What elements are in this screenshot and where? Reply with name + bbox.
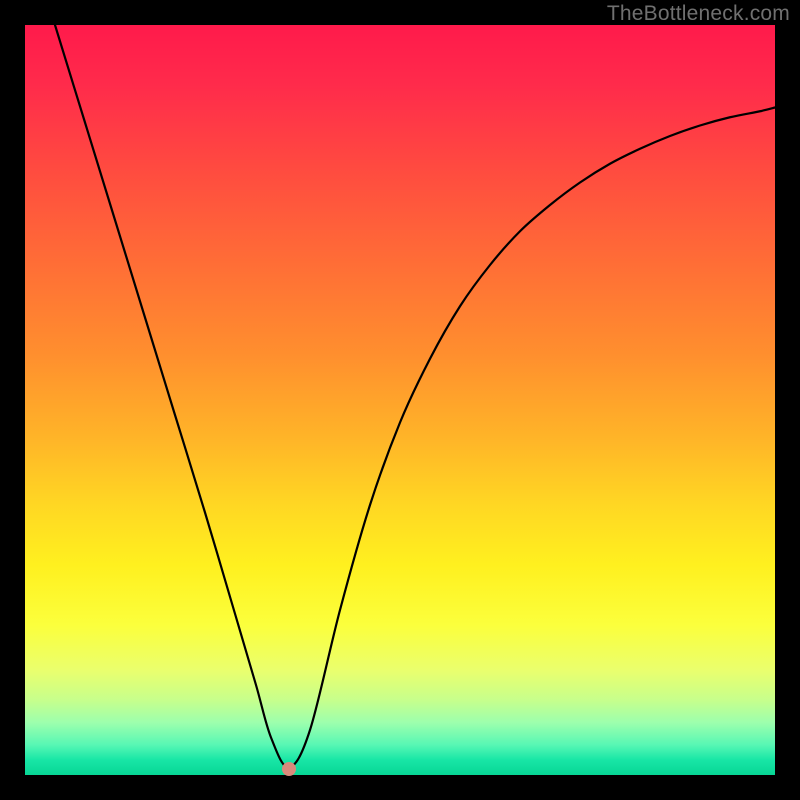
bottleneck-curve bbox=[25, 25, 775, 775]
minimum-marker bbox=[282, 762, 296, 776]
chart-plot-area bbox=[25, 25, 775, 775]
curve-path bbox=[55, 25, 775, 768]
watermark-text: TheBottleneck.com bbox=[607, 2, 790, 26]
chart-frame: TheBottleneck.com bbox=[0, 0, 800, 800]
